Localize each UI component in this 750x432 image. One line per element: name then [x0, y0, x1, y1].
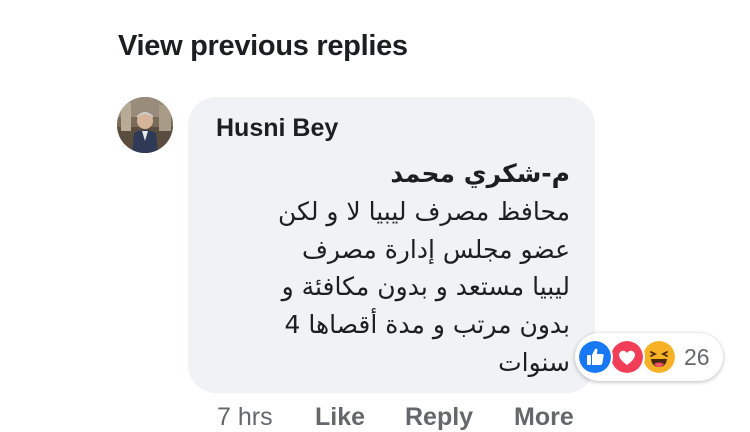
- comment-line: م-شكري محمد: [390, 159, 570, 188]
- comment-text: م-شكري محمد محافظ مصرف ليبيا لا و لكن عض…: [230, 155, 570, 382]
- reactions-summary[interactable]: 26: [575, 333, 723, 381]
- love-reaction-icon: [609, 339, 645, 375]
- reaction-count: 26: [684, 344, 710, 370]
- comment-line: عضو مجلس إدارة مصرف: [301, 234, 570, 264]
- avatar[interactable]: [117, 97, 173, 153]
- comment-line: محافظ مصرف ليبيا لا و لكن: [278, 196, 570, 226]
- comment-author[interactable]: Husni Bey: [216, 114, 338, 143]
- comment-line: بدون مرتب و مدة أقصاها 4: [284, 310, 570, 340]
- comment-timestamp[interactable]: 7 hrs: [217, 403, 273, 432]
- view-previous-replies-link[interactable]: View previous replies: [118, 30, 408, 63]
- like-reaction-icon: [577, 339, 613, 375]
- comment-line: سنوات: [498, 347, 570, 377]
- comment-bubble: Husni Bey م-شكري محمد محافظ مصرف ليبيا ل…: [188, 97, 595, 393]
- like-button[interactable]: Like: [315, 403, 365, 432]
- more-button[interactable]: More: [514, 403, 574, 432]
- reply-button[interactable]: Reply: [405, 403, 473, 432]
- haha-reaction-icon: [641, 339, 677, 375]
- comment-line: ليبيا مستعد و بدون مكافئة و: [281, 272, 570, 302]
- profile-photo: [117, 97, 173, 153]
